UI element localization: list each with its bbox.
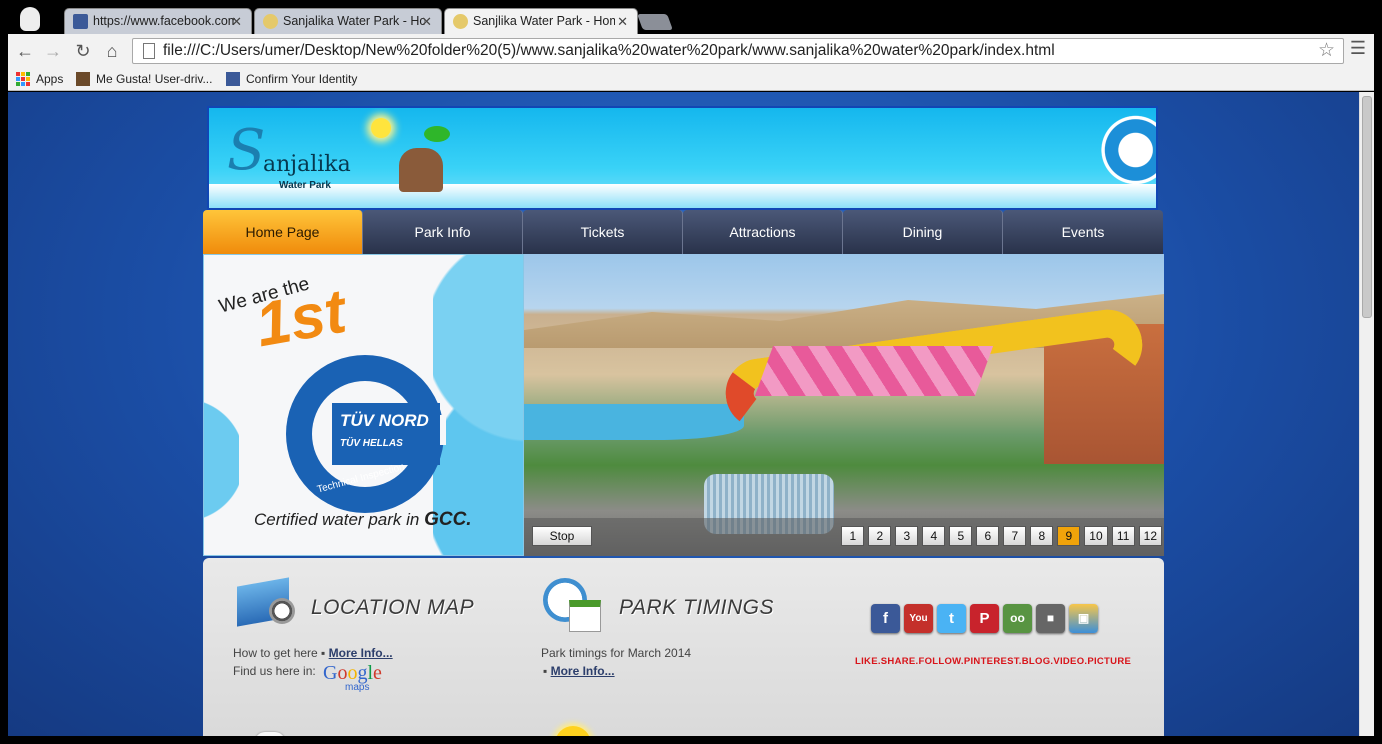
bookmark-star-icon[interactable]: ☆: [1318, 39, 1335, 62]
site-header: S anjalika Water Park: [207, 106, 1158, 210]
social-icons: f You t P oo ■ ▣: [871, 604, 1098, 633]
wave-decoration: [209, 184, 1156, 208]
pictures-icon[interactable]: ▣: [1069, 604, 1098, 633]
back-icon[interactable]: ←: [14, 40, 36, 62]
close-icon[interactable]: ✕: [421, 14, 432, 30]
nav-home-page[interactable]: Home Page: [203, 210, 363, 254]
island-graphic: [399, 148, 443, 192]
slider-page-button[interactable]: 5: [949, 526, 973, 546]
calendar-icon: [569, 600, 601, 632]
slider-page-button[interactable]: 2: [868, 526, 892, 546]
badge-first: 1st: [250, 276, 351, 361]
slider-page-button[interactable]: 4: [922, 526, 946, 546]
slider-page-button[interactable]: 9: [1057, 526, 1081, 546]
forward-icon[interactable]: →: [42, 40, 64, 62]
tuv-logo: TÜV NORD TÜV HELLAS Technical Inspection: [286, 355, 446, 513]
slider-page-button[interactable]: 6: [976, 526, 1000, 546]
meme-face-icon: [263, 14, 278, 29]
pinterest-icon[interactable]: P: [970, 604, 999, 633]
tuv-hellas-text: TÜV HELLAS: [340, 438, 403, 449]
scrollbar-thumb[interactable]: [1362, 96, 1372, 318]
close-icon[interactable]: ✕: [617, 14, 628, 30]
twitter-icon[interactable]: t: [937, 604, 966, 633]
slider-page-button[interactable]: 8: [1030, 526, 1054, 546]
menu-icon[interactable]: ☰: [1350, 38, 1366, 59]
certification-caption: Certified water park in GCC.: [254, 509, 472, 530]
bookmark-apps[interactable]: Apps: [16, 70, 63, 88]
slider-page-button[interactable]: 10: [1084, 526, 1108, 546]
browser-window: https://www.facebook.com ✕ Sanjalika Wat…: [0, 0, 1382, 744]
compass-icon: [269, 598, 295, 624]
youtube-icon[interactable]: You: [904, 604, 933, 633]
logo-initial[interactable]: S: [227, 118, 265, 183]
home-icon[interactable]: ⌂: [101, 40, 123, 62]
tripadvisor-icon[interactable]: oo: [1003, 604, 1032, 633]
new-tab-button[interactable]: [637, 14, 673, 30]
location-directions: How to get here ▪ More Info...: [233, 646, 393, 660]
slider-page-button[interactable]: 11: [1111, 526, 1135, 546]
page-scrollbar[interactable]: [1359, 92, 1374, 736]
site-container: S anjalika Water Park Home Page Park Inf…: [203, 106, 1164, 736]
tab-sanjalika-active[interactable]: Sanjlika Water Park - Hom ✕: [444, 8, 638, 35]
certification-badge: We are the 1st TÜV NORD TÜV HELLAS Techn…: [203, 254, 524, 556]
location-map-heading[interactable]: LOCATION MAP: [311, 596, 474, 620]
facebook-icon[interactable]: f: [871, 604, 900, 633]
wave-graphic: [1081, 110, 1156, 190]
apps-icon: [16, 72, 30, 86]
park-timings-heading[interactable]: PARK TIMINGS: [619, 596, 774, 620]
nav-tickets[interactable]: Tickets: [523, 210, 683, 254]
reload-icon[interactable]: ↻: [72, 40, 94, 62]
location-more-info-link[interactable]: More Info...: [329, 646, 393, 660]
address-bar[interactable]: file:///C:/Users/umer/Desktop/New%20fold…: [132, 38, 1344, 64]
meme-face-icon: [453, 14, 468, 29]
tuv-nord-text: TÜV NORD: [340, 411, 429, 430]
nav-events[interactable]: Events: [1003, 210, 1163, 254]
slider-pager: 1 2 3 4 5 6 7 8 9 10 11 12: [841, 526, 1162, 546]
meme-icon: [76, 72, 90, 86]
timings-more: ▪ More Info...: [543, 664, 615, 678]
tab-sanjalika-1[interactable]: Sanjalika Water Park - Hom ✕: [254, 8, 442, 34]
nav-dining[interactable]: Dining: [843, 210, 1003, 254]
browser-toolbar: ← → ↻ ⌂ file:///C:/Users/umer/Desktop/Ne…: [8, 34, 1374, 67]
timings-description: Park timings for March 2014: [541, 646, 692, 660]
facebook-icon: [73, 14, 88, 29]
logo-name[interactable]: anjalika: [263, 152, 351, 177]
bookmarks-bar: Apps Me Gusta! User-driv... Confirm Your…: [8, 67, 1374, 91]
palm-tree-graphic: [424, 126, 450, 142]
slider-page-button[interactable]: 3: [895, 526, 919, 546]
timings-more-info-link[interactable]: More Info...: [551, 664, 615, 678]
facebook-icon: [226, 72, 240, 86]
slider-page-button[interactable]: 7: [1003, 526, 1027, 546]
slider-stop-button[interactable]: Stop: [532, 526, 592, 546]
page-icon: [143, 43, 155, 59]
bookmark-confirm-identity[interactable]: Confirm Your Identity: [226, 70, 357, 88]
pool-scenery: [524, 404, 744, 440]
sun-graphic: [371, 118, 391, 138]
social-tagline: LIKE.SHARE.FOLLOW.PINTEREST.BLOG.VIDEO.P…: [855, 656, 1132, 667]
logo-subtitle: Water Park: [279, 180, 331, 191]
main-nav: Home Page Park Info Tickets Attractions …: [203, 210, 1164, 254]
tab-strip: https://www.facebook.com ✕ Sanjalika Wat…: [0, 0, 1382, 35]
google-maps-sub: maps: [345, 682, 370, 693]
slider-page-button[interactable]: 12: [1138, 526, 1162, 546]
tab-facebook[interactable]: https://www.facebook.com ✕: [64, 8, 252, 34]
nav-attractions[interactable]: Attractions: [683, 210, 843, 254]
cloud-icon: [255, 732, 285, 736]
water-slide-graphic: [754, 346, 994, 396]
info-section: LOCATION MAP How to get here ▪ More Info…: [203, 558, 1164, 736]
nav-park-info[interactable]: Park Info: [363, 210, 523, 254]
water-splash-graphic: [204, 365, 239, 555]
close-icon[interactable]: ✕: [231, 14, 242, 30]
bookmark-me-gusta[interactable]: Me Gusta! User-driv...: [76, 70, 212, 88]
video-camera-icon[interactable]: ■: [1036, 604, 1065, 633]
sun-icon: [555, 726, 591, 736]
photo-slider[interactable]: Stop 1 2 3 4 5 6 7 8 9 10 11 12: [524, 254, 1164, 556]
page-viewport: S anjalika Water Park Home Page Park Inf…: [8, 92, 1359, 736]
slider-page-button[interactable]: 1: [841, 526, 865, 546]
slider-controls: Stop 1 2 3 4 5 6 7 8 9 10 11 12: [524, 518, 1164, 556]
location-find-us: Find us here in:: [233, 664, 316, 678]
profile-icon[interactable]: [20, 7, 40, 31]
